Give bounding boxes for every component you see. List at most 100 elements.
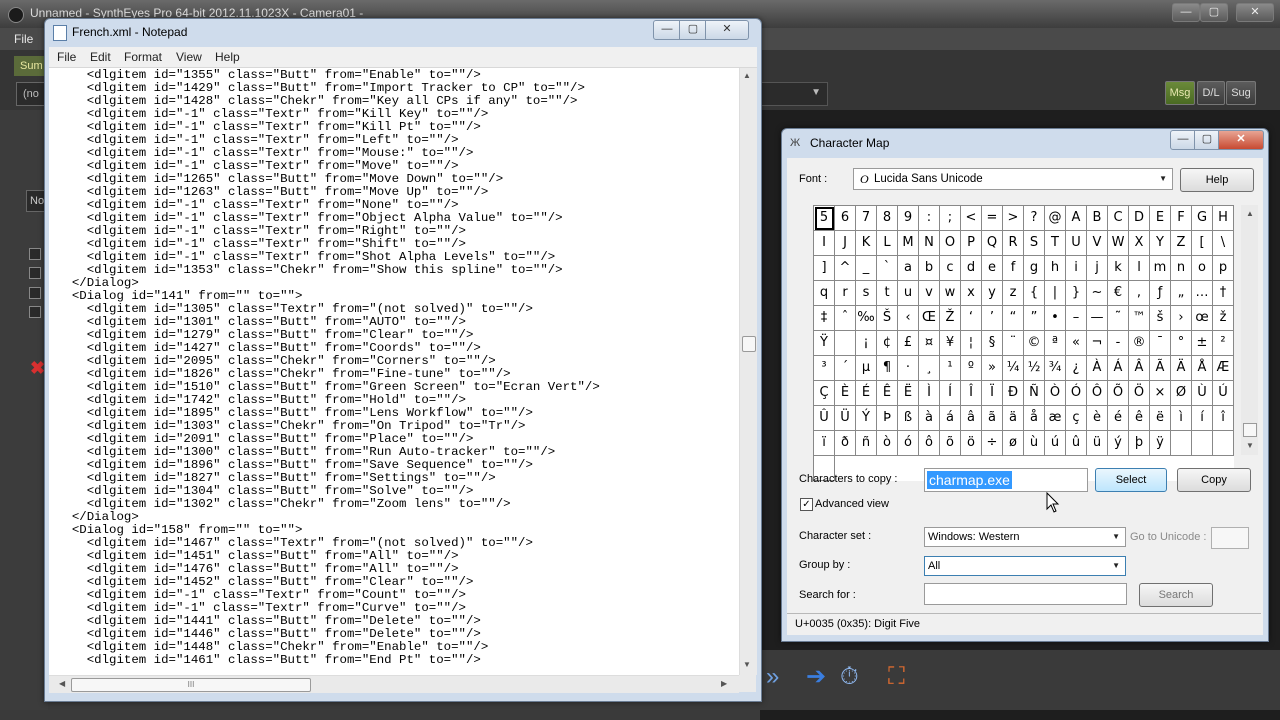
search-input[interactable] xyxy=(924,583,1127,605)
character-cell[interactable]: ö xyxy=(961,431,982,456)
character-cell[interactable]: º xyxy=(961,356,982,381)
character-cell[interactable]: ° xyxy=(1171,331,1192,356)
characters-to-copy-input[interactable]: charmap.exe xyxy=(924,468,1088,492)
character-set-dropdown[interactable]: Windows: Western ▼ xyxy=(924,527,1126,547)
character-cell[interactable]: ô xyxy=(919,431,940,456)
character-cell[interactable]: Á xyxy=(1108,356,1129,381)
character-cell[interactable]: Ö xyxy=(1129,381,1150,406)
character-cell[interactable]: ù xyxy=(1024,431,1045,456)
character-cell[interactable]: ; xyxy=(940,206,961,231)
character-cell[interactable]: – xyxy=(1066,306,1087,331)
notepad-horizontal-scroll-thumb[interactable]: III xyxy=(71,678,311,692)
character-cell[interactable]: V xyxy=(1087,231,1108,256)
character-cell[interactable]: À xyxy=(1087,356,1108,381)
character-cell[interactable]: w xyxy=(940,281,961,306)
character-cell[interactable]: › xyxy=(1171,306,1192,331)
character-cell[interactable]: æ xyxy=(1045,406,1066,431)
character-cell[interactable]: ¸ xyxy=(919,356,940,381)
character-cell[interactable]: Î xyxy=(961,381,982,406)
notepad-vertical-scrollbar[interactable]: ▲ ▼ xyxy=(739,68,757,675)
menu-help[interactable]: Help xyxy=(215,50,240,64)
character-cell[interactable]: R xyxy=(1003,231,1024,256)
character-cell[interactable]: t xyxy=(877,281,898,306)
character-cell[interactable]: Õ xyxy=(1108,381,1129,406)
scroll-down-icon[interactable]: ▼ xyxy=(1246,441,1254,450)
character-cell[interactable]: Q xyxy=(982,231,1003,256)
character-cell[interactable]: Š xyxy=(877,306,898,331)
character-cell[interactable]: 8 xyxy=(877,206,898,231)
character-cell[interactable]: Ù xyxy=(1192,381,1213,406)
scroll-up-icon[interactable]: ▲ xyxy=(743,71,751,80)
character-cell[interactable]: § xyxy=(982,331,1003,356)
character-cell[interactable]: X xyxy=(1129,231,1150,256)
character-cell[interactable]: ž xyxy=(1213,306,1234,331)
character-cell[interactable]: ¦ xyxy=(961,331,982,356)
character-cell[interactable]: — xyxy=(1087,306,1108,331)
syntheyes-minimize-button[interactable]: — xyxy=(1172,3,1200,22)
character-cell[interactable]: ƒ xyxy=(1150,281,1171,306)
character-cell[interactable]: a xyxy=(898,256,919,281)
character-cell[interactable]: j xyxy=(1087,256,1108,281)
character-cell[interactable]: â xyxy=(961,406,982,431)
character-cell[interactable]: þ xyxy=(1129,431,1150,456)
notepad-minimize-button[interactable]: — xyxy=(653,20,681,40)
character-cell[interactable]: í xyxy=(1192,406,1213,431)
character-cell[interactable]: N xyxy=(919,231,940,256)
character-cell[interactable]: ï xyxy=(814,431,835,456)
group-by-dropdown[interactable]: All ▼ xyxy=(924,556,1126,576)
character-cell[interactable]: ó xyxy=(898,431,919,456)
character-cell[interactable]: T xyxy=(1045,231,1066,256)
character-cell[interactable]: 6 xyxy=(835,206,856,231)
character-cell[interactable]: ç xyxy=(1066,406,1087,431)
character-cell[interactable]: ì xyxy=(1171,406,1192,431)
character-cell[interactable]: D xyxy=(1129,206,1150,231)
character-cell[interactable]: Å xyxy=(1192,356,1213,381)
character-cell[interactable]: È xyxy=(835,381,856,406)
character-cell[interactable]: ¡ xyxy=(856,331,877,356)
character-cell[interactable]: ¬ xyxy=(1087,331,1108,356)
character-cell[interactable]: ò xyxy=(877,431,898,456)
search-button[interactable]: Search xyxy=(1139,583,1213,607)
copy-button[interactable]: Copy xyxy=(1177,468,1251,492)
character-cell[interactable]: : xyxy=(919,206,940,231)
character-cell[interactable]: Ä xyxy=(1171,356,1192,381)
character-cell[interactable]: g xyxy=(1024,256,1045,281)
syntheyes-maximize-button[interactable]: ▢ xyxy=(1200,3,1228,22)
character-cell[interactable]: ™ xyxy=(1129,306,1150,331)
character-cell[interactable]: … xyxy=(1192,281,1213,306)
character-cell[interactable]: ` xyxy=(877,256,898,281)
menu-view[interactable]: View xyxy=(176,50,202,64)
character-cell[interactable]: p xyxy=(1213,256,1234,281)
character-cell[interactable]: = xyxy=(982,206,1003,231)
character-cell[interactable]: ~ xyxy=(1087,281,1108,306)
character-cell[interactable]: P xyxy=(961,231,982,256)
character-cell[interactable]: u xyxy=(898,281,919,306)
character-cell[interactable]: Â xyxy=(1129,356,1150,381)
notepad-close-button[interactable]: ✕ xyxy=(705,20,749,40)
character-cell[interactable]: å xyxy=(1024,406,1045,431)
character-cell[interactable]: · xyxy=(898,356,919,381)
character-cell[interactable] xyxy=(1213,431,1234,456)
character-cell[interactable]: ÷ xyxy=(982,431,1003,456)
syntheyes-checkbox[interactable] xyxy=(29,267,41,279)
character-cell[interactable]: Ë xyxy=(898,381,919,406)
character-cell[interactable]: ˜ xyxy=(1108,306,1129,331)
character-cell[interactable]: Û xyxy=(814,406,835,431)
scroll-down-icon[interactable]: ▼ xyxy=(743,660,751,669)
character-cell[interactable]: Ã xyxy=(1150,356,1171,381)
font-dropdown[interactable]: O Lucida Sans Unicode ▼ xyxy=(853,168,1173,190)
character-cell[interactable] xyxy=(835,331,856,356)
character-cell[interactable]: E xyxy=(1150,206,1171,231)
character-cell[interactable]: Ü xyxy=(835,406,856,431)
character-cell[interactable]: ë xyxy=(1150,406,1171,431)
character-cell[interactable]: m xyxy=(1150,256,1171,281)
character-cell[interactable]: ¾ xyxy=(1045,356,1066,381)
character-cell[interactable]: l xyxy=(1129,256,1150,281)
character-cell[interactable]: | xyxy=(1045,281,1066,306)
go-to-unicode-input[interactable] xyxy=(1211,527,1249,549)
character-cell[interactable]: « xyxy=(1066,331,1087,356)
character-cell[interactable]: ‡ xyxy=(814,306,835,331)
character-cell[interactable]: x xyxy=(961,281,982,306)
help-button[interactable]: Help xyxy=(1180,168,1254,192)
character-cell[interactable]: H xyxy=(1213,206,1234,231)
